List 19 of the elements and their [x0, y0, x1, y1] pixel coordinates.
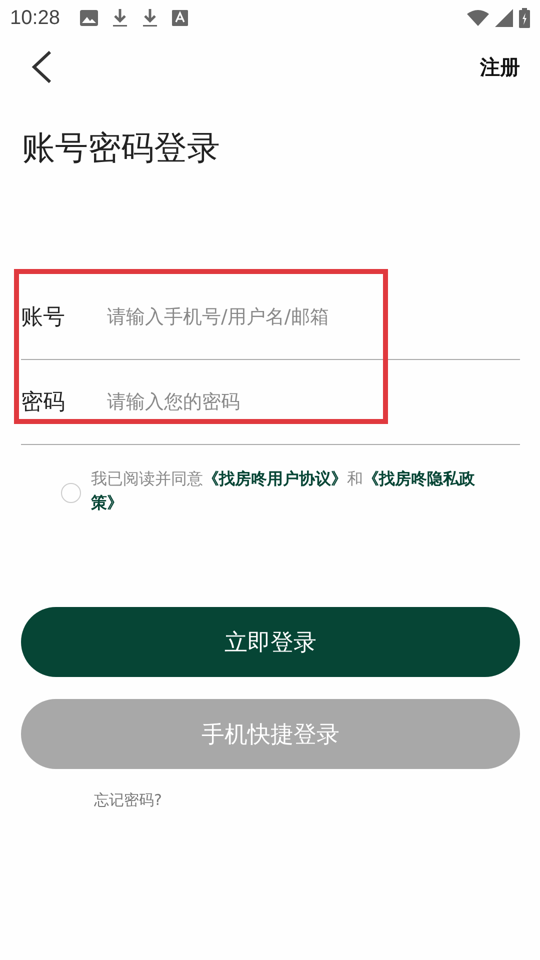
wifi-icon — [467, 10, 489, 26]
battery-icon — [519, 8, 530, 28]
field-label: 账号 — [21, 304, 66, 332]
register-link[interactable]: 注册 — [480, 54, 520, 80]
agreement-text: 我已阅读并同意《找房咚用户协议》和《找房咚隐私政策》 — [91, 468, 476, 514]
back-icon[interactable] — [30, 50, 54, 84]
download-icon — [112, 8, 128, 28]
clock: 10:28 — [10, 6, 60, 30]
input-field[interactable]: 请输入手机号/用户名/邮箱 — [107, 306, 437, 328]
field-label: 密码 — [21, 389, 66, 417]
signal-icon — [495, 9, 513, 27]
agree-radio[interactable] — [61, 483, 81, 503]
font-icon — [172, 10, 188, 26]
download-icon — [142, 8, 158, 28]
forgot-password-link[interactable]: 忘记密码? — [94, 791, 162, 810]
input-field[interactable]: 请输入您的密码 — [107, 391, 437, 413]
page-title: 账号密码登录 — [22, 127, 220, 169]
image-icon — [80, 10, 98, 26]
login-button[interactable]: 立即登录 — [21, 607, 520, 677]
